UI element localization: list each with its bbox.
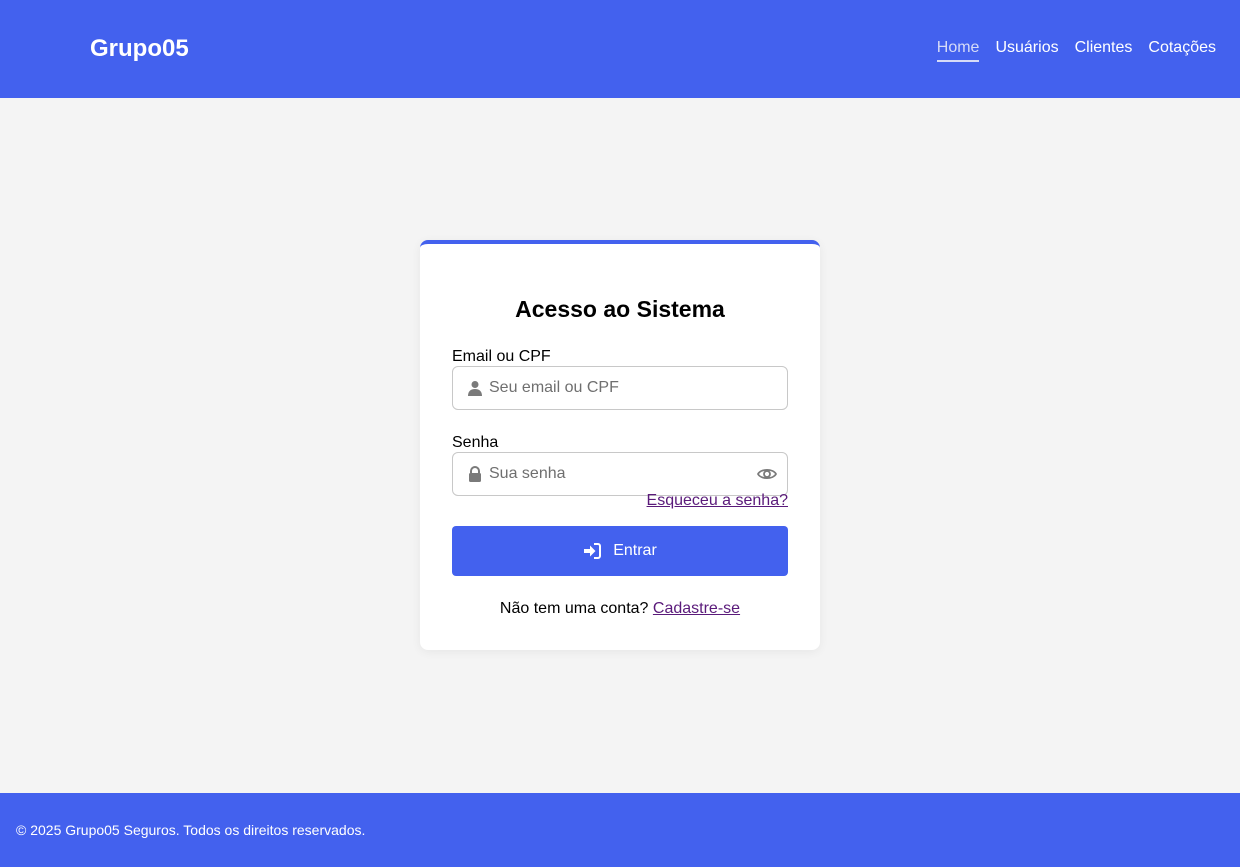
user-icon — [468, 381, 482, 396]
login-card: Acesso ao Sistema Email ou CPF Senha Esq… — [420, 240, 820, 650]
login-button-label: Entrar — [613, 542, 657, 559]
login-title: Acesso ao Sistema — [515, 296, 725, 322]
email-field — [452, 366, 788, 410]
forgot-password-link[interactable]: Esqueceu a senha? — [647, 492, 788, 510]
copyright-text: © 2025 Grupo05 Seguros. Todos os direito… — [16, 822, 366, 838]
password-field — [452, 452, 788, 496]
signup-prompt: Não tem uma conta? Cadastre-se — [420, 600, 820, 618]
sign-in-icon — [584, 543, 602, 559]
signup-prompt-text: Não tem uma conta? — [499, 600, 649, 617]
nav-usuarios[interactable]: Usuários — [995, 38, 1058, 62]
email-input[interactable] — [489, 367, 749, 409]
top-navbar: Grupo05 Home Usuários Clientes Cotações — [0, 0, 1240, 98]
password-label: Senha — [452, 434, 499, 451]
nav-clientes[interactable]: Clientes — [1075, 38, 1133, 62]
main-nav: Home Usuários Clientes Cotações — [936, 38, 1216, 62]
page-footer: © 2025 Grupo05 Seguros. Todos os direito… — [0, 793, 1240, 867]
email-label: Email ou CPF — [452, 348, 551, 365]
eye-icon[interactable] — [757, 465, 777, 483]
nav-home[interactable]: Home — [936, 38, 980, 62]
signup-link[interactable]: Cadastre-se — [653, 600, 740, 617]
brand-logo[interactable]: Grupo05 — [90, 36, 189, 62]
lock-icon — [469, 466, 481, 482]
nav-cotacoes[interactable]: Cotações — [1148, 38, 1216, 62]
login-button[interactable]: Entrar — [452, 526, 788, 576]
password-input[interactable] — [489, 453, 749, 495]
